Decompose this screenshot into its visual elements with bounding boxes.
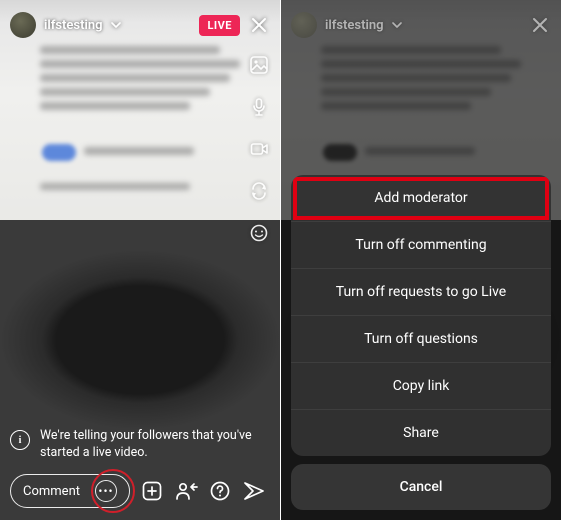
send-icon[interactable] xyxy=(242,479,266,503)
live-badge: LIVE xyxy=(199,15,240,36)
sheet-turn-off-requests[interactable]: Turn off requests to go Live xyxy=(291,269,551,316)
sheet-turn-off-questions[interactable]: Turn off questions xyxy=(291,316,551,363)
phone-right-action-sheet: ilfstesting Add moderator Turn off comme… xyxy=(281,0,561,520)
effects-icon[interactable] xyxy=(248,222,270,244)
cancel-button[interactable]: Cancel xyxy=(291,464,551,510)
bg-blur-bubble xyxy=(42,144,76,161)
comment-input[interactable]: Comment ••• xyxy=(10,474,130,508)
notice-text: We're telling your followers that you've… xyxy=(40,428,270,462)
action-sheet-options: Add moderator Turn off commenting Turn o… xyxy=(291,175,551,456)
chevron-down-icon xyxy=(392,20,402,30)
invite-guest-icon[interactable] xyxy=(174,479,198,503)
close-icon[interactable] xyxy=(248,14,270,36)
phone-left-live-stream: ilfstesting LIVE xyxy=(0,0,280,520)
media-icon[interactable] xyxy=(248,54,270,76)
close-icon[interactable] xyxy=(529,14,551,36)
sheet-copy-link[interactable]: Copy link xyxy=(291,363,551,410)
sheet-add-moderator[interactable]: Add moderator xyxy=(291,175,551,222)
switch-camera-icon[interactable] xyxy=(248,180,270,202)
bg-blur-line xyxy=(40,60,240,68)
bottom-toolbar: Comment ••• xyxy=(10,474,270,508)
bg-blur-line xyxy=(40,88,210,96)
bg-blur-line xyxy=(40,183,190,190)
bg-blur-line xyxy=(40,46,220,54)
username-label: ilfstesting xyxy=(325,18,384,33)
bg-blur-line xyxy=(40,102,190,110)
questions-icon[interactable] xyxy=(208,479,232,503)
sheet-share[interactable]: Share xyxy=(291,410,551,456)
live-header: ilfstesting xyxy=(291,10,551,40)
avatar xyxy=(291,12,317,38)
live-header: ilfstesting LIVE xyxy=(10,10,270,40)
avatar[interactable] xyxy=(10,12,36,38)
bg-blur-line xyxy=(40,74,230,82)
screenshot-pair: ilfstesting LIVE xyxy=(0,0,561,520)
add-media-icon[interactable] xyxy=(140,479,164,503)
username-label[interactable]: ilfstesting xyxy=(44,18,103,33)
followers-notice: i We're telling your followers that you'… xyxy=(10,428,270,462)
chevron-down-icon[interactable] xyxy=(111,20,121,30)
side-toolbar xyxy=(248,54,270,244)
action-sheet: Add moderator Turn off commenting Turn o… xyxy=(291,175,551,510)
more-options-button[interactable]: ••• xyxy=(95,480,117,502)
video-off-icon[interactable] xyxy=(248,138,270,160)
bg-blur-line xyxy=(84,147,194,155)
microphone-icon[interactable] xyxy=(248,96,270,118)
sheet-turn-off-commenting[interactable]: Turn off commenting xyxy=(291,222,551,269)
info-icon: i xyxy=(10,430,30,450)
comment-placeholder: Comment xyxy=(23,484,80,499)
